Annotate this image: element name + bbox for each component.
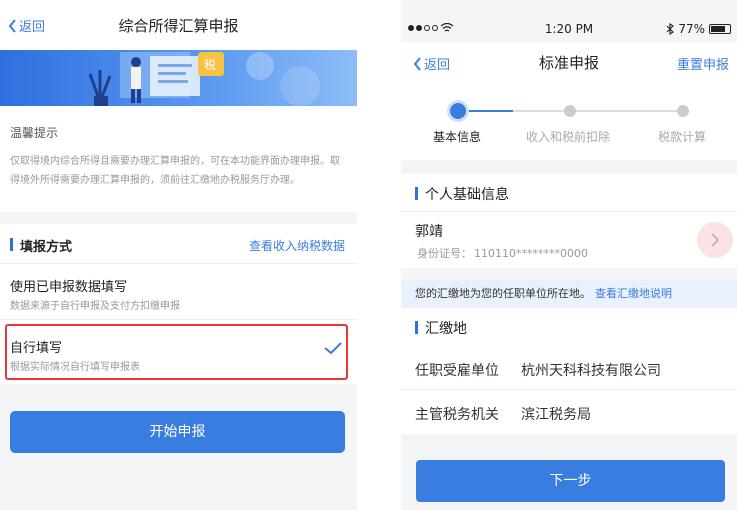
payment-location-notice: 您的汇缴地为您的任职单位所在地。 查看汇缴地说明 bbox=[401, 280, 737, 308]
section-accent-bar bbox=[415, 321, 418, 334]
tips-title: 温馨提示 bbox=[10, 126, 59, 140]
option-use-declared-data[interactable]: 使用已申报数据填写 数据来源于自行申报及支付方扣缴申报 bbox=[0, 264, 357, 320]
person-id: 身份证号： 110110********0000 bbox=[415, 245, 588, 261]
step-label-income-deduction[interactable]: 收入和税前扣除 bbox=[526, 128, 610, 145]
step-dot-tax-calc bbox=[677, 105, 689, 117]
step-label-basic-info[interactable]: 基本信息 bbox=[433, 128, 481, 145]
row-label: 任职受雇单位 bbox=[415, 363, 499, 379]
personal-info-header: 个人基础信息 bbox=[401, 174, 737, 212]
step-label-tax-calc[interactable]: 税款计算 bbox=[658, 128, 706, 145]
step-dot-basic-info bbox=[450, 103, 466, 119]
top-nav-bar: 返回 综合所得汇算申报 bbox=[0, 0, 357, 50]
option-subtitle: 数据来源于自行申报及支付方扣缴申报 bbox=[10, 301, 180, 312]
section-header: 填报方式 查看收入纳税数据 bbox=[0, 224, 357, 264]
tips-panel: 温馨提示 仅取得境内综合所得且需要办理汇算申报的，可在本功能界面办理申报。取得境… bbox=[0, 106, 357, 212]
employer-row[interactable]: 任职受雇单位 杭州天科科技有限公司 bbox=[401, 346, 737, 390]
tax-badge-text: 税 bbox=[204, 58, 216, 72]
id-label: 身份证号： bbox=[417, 247, 472, 260]
payment-location-header: 汇缴地 bbox=[401, 308, 737, 346]
step-indicator: 基本信息 收入和税前扣除 税款计算 bbox=[401, 82, 737, 160]
reset-declaration-button[interactable]: 重置申报 bbox=[677, 54, 729, 73]
highlight-frame bbox=[5, 324, 348, 380]
banner-illustration: 税 bbox=[0, 50, 357, 106]
battery-icon bbox=[709, 24, 731, 34]
step-line bbox=[458, 110, 513, 112]
row-value: 滨江税务局 bbox=[521, 407, 591, 423]
banner-art: 税 bbox=[88, 52, 320, 106]
left-phone-screen: 返回 综合所得汇算申报 税 温馨提示 仅取得境内综合所得且需要办理汇算申报的，可… bbox=[0, 0, 357, 510]
section-accent-bar bbox=[415, 187, 418, 200]
section-title: 个人基础信息 bbox=[425, 187, 509, 203]
id-value: 110110********0000 bbox=[474, 247, 588, 260]
detail-button[interactable] bbox=[697, 222, 733, 258]
next-step-button[interactable]: 下一步 bbox=[416, 460, 725, 502]
tax-authority-row[interactable]: 主管税务机关 滨江税务局 bbox=[401, 390, 737, 434]
right-phone-screen: 1:20 PM 77% 返回 标准申报 重置申报 基本信息 收入和税前扣除 税款… bbox=[401, 0, 737, 510]
row-value: 杭州天科科技有限公司 bbox=[521, 363, 661, 379]
payment-location-info-link[interactable]: 查看汇缴地说明 bbox=[595, 287, 672, 300]
page-title: 综合所得汇算申报 bbox=[118, 17, 239, 35]
step-line bbox=[513, 110, 683, 112]
notice-text: 您的汇缴地为您的任职单位所在地。 bbox=[415, 287, 591, 300]
status-right: 77% bbox=[666, 22, 731, 36]
person-name: 郭靖 bbox=[415, 224, 443, 240]
view-income-tax-data-link[interactable]: 查看收入纳税数据 bbox=[249, 237, 345, 254]
row-label: 主管税务机关 bbox=[415, 407, 499, 423]
start-declaration-button[interactable]: 开始申报 bbox=[10, 411, 345, 453]
person-card[interactable]: 郭靖 身份证号： 110110********0000 bbox=[401, 212, 737, 268]
chevron-right-icon bbox=[711, 233, 720, 247]
option-title: 使用已申报数据填写 bbox=[10, 280, 128, 295]
section-title: 填报方式 bbox=[20, 240, 73, 255]
section-title: 汇缴地 bbox=[425, 321, 467, 337]
battery-percent: 77% bbox=[678, 22, 705, 36]
top-nav-bar: 返回 标准申报 重置申报 bbox=[401, 42, 737, 82]
status-bar: 1:20 PM 77% bbox=[401, 18, 737, 42]
section-accent-bar bbox=[10, 238, 13, 251]
bluetooth-icon bbox=[666, 23, 675, 35]
tips-body: 仅取得境内综合所得且需要办理汇算申报的，可在本功能界面办理申报。取得境外所得需要… bbox=[10, 156, 340, 186]
step-dot-income-deduction bbox=[564, 105, 576, 117]
